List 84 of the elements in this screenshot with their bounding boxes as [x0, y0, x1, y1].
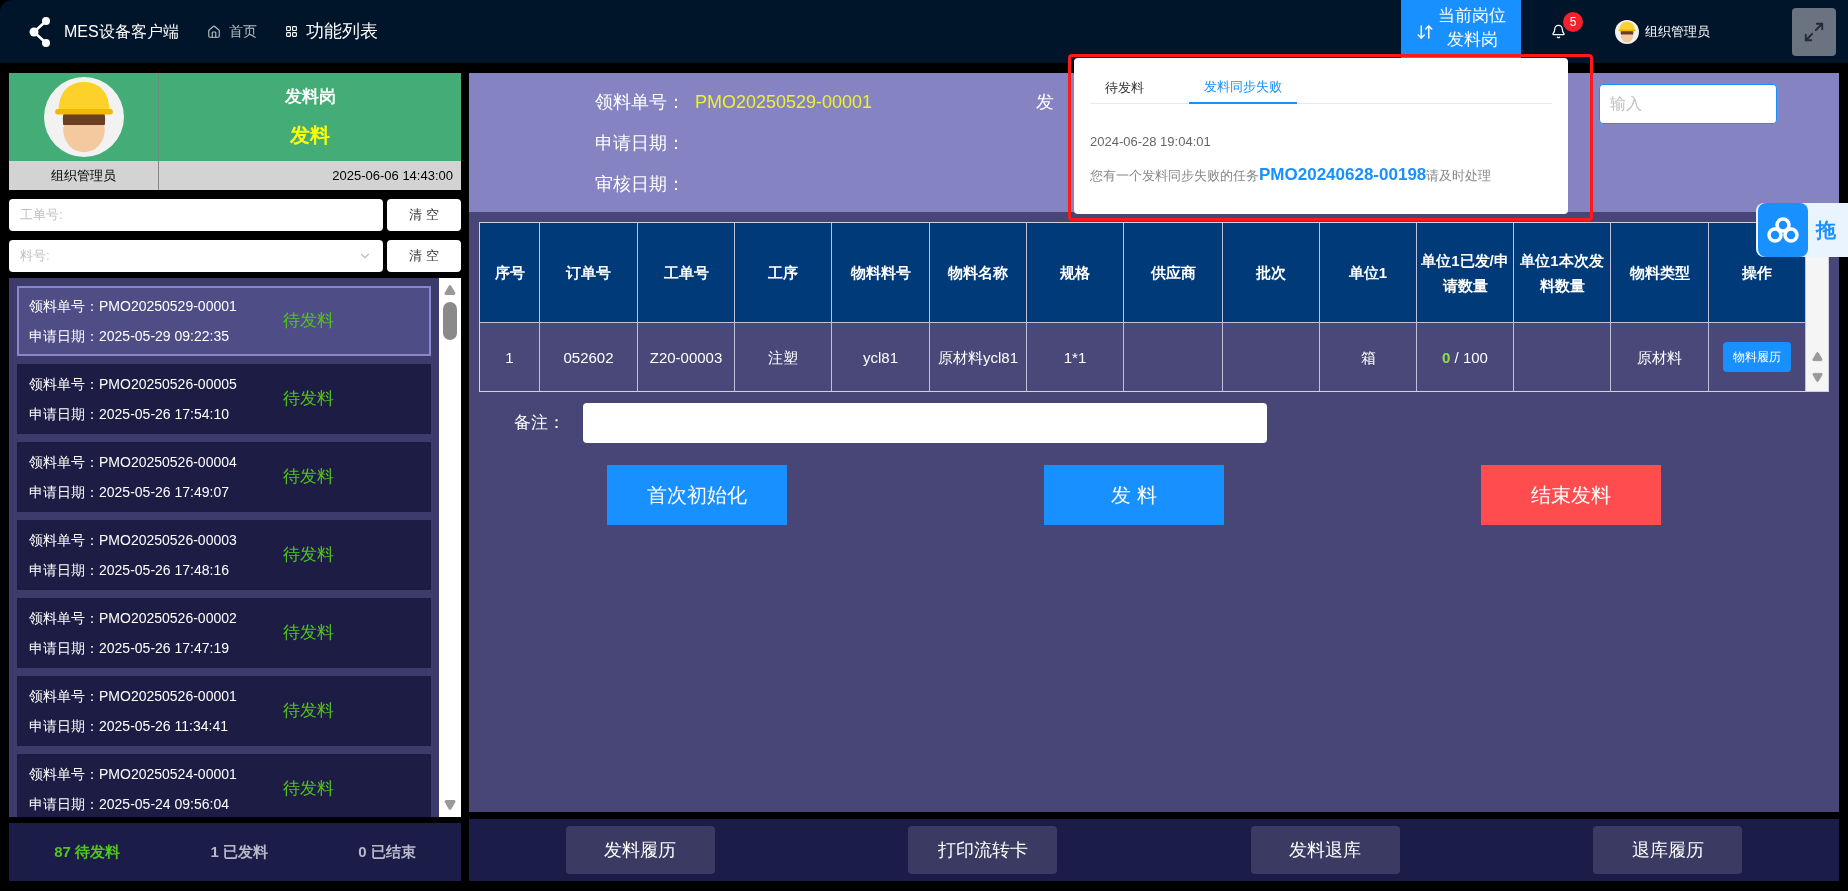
nav-link[interactable]: 首页 [206, 21, 257, 42]
order-date: 申请日期：2025-05-26 11:34:41 [29, 716, 229, 736]
order-item[interactable]: 领料单号：PMO20250524-00001 申请日期：2025-05-24 09:56:04 待发料 [17, 754, 431, 817]
table-cell: 注塑 [735, 323, 832, 391]
station-name: 发料岗 [284, 86, 336, 109]
grid-icon [284, 25, 298, 38]
message-text: 您有一个发料同步失败的任务PMO20240628-00198请及时处理 [1090, 163, 1493, 186]
order-number: 领料单号：PMO20250526-00004 [29, 452, 237, 472]
apply-date-label: 申请日期： [595, 132, 685, 155]
order-status: 待发料 [282, 310, 334, 333]
table-cell: ycl81 [832, 323, 930, 391]
remark-input[interactable] [583, 403, 1267, 443]
order-status: 待发料 [282, 778, 334, 801]
swap-icon [1416, 22, 1434, 41]
order-item[interactable]: 领料单号：PMO20250526-00005 申请日期：2025-05-26 17:54:10 待发料 [17, 364, 431, 434]
order-status: 待发料 [282, 700, 334, 723]
popup-tab[interactable]: 待发料 [1090, 72, 1159, 104]
table-cell: 原材料 [1611, 323, 1709, 391]
cloud-icon [1767, 217, 1799, 243]
order-status: 待发料 [282, 622, 334, 645]
table-cell: 1 [480, 323, 540, 391]
order-date: 申请日期：2025-05-26 17:54:10 [29, 404, 230, 424]
order-date: 申请日期：2025-05-24 09:56:04 [29, 794, 230, 814]
profile-user: 组织管理员 [51, 166, 116, 185]
order-number: 领料单号：PMO20250529-00001 [29, 296, 237, 316]
scroll-down-icon[interactable] [444, 799, 456, 811]
user-name: 组织管理员 [1645, 22, 1710, 41]
order-number: 领料单号：PMO20250526-00003 [29, 530, 237, 550]
order-date: 申请日期：2025-05-26 17:47:19 [29, 638, 230, 658]
review-date-label: 审核日期： [595, 173, 685, 196]
order-input[interactable]: 工单号: [9, 199, 383, 231]
status-count: 87 待发料 [54, 841, 121, 862]
order-number: 领料单号：PMO20250526-00005 [29, 374, 237, 394]
order-status: 待发料 [282, 544, 334, 567]
order-date: 申请日期：2025-05-29 09:22:35 [29, 326, 230, 346]
order-item[interactable]: 领料单号：PMO20250526-00004 申请日期：2025-05-26 17:49:07 待发料 [17, 442, 431, 512]
table-cell: 0 / 100 [1417, 323, 1514, 391]
notification-icon[interactable] [1551, 24, 1566, 39]
app-title: MES设备客户端 [64, 21, 179, 42]
bottom-button[interactable]: 发料退库 [1250, 826, 1400, 874]
table-cell: 原材料ycl81 [930, 323, 1027, 391]
order-date: 申请日期：2025-05-26 17:49:07 [29, 482, 230, 502]
order-status: 待发料 [282, 466, 334, 489]
order-number: 领料单号：PMO20250526-00001 [29, 686, 237, 706]
table-cell: Z20-00003 [638, 323, 735, 391]
notification-count: 5 [1563, 12, 1583, 32]
home-icon [206, 24, 221, 39]
bottom-button[interactable]: 发料履历 [565, 826, 715, 874]
order-date: 申请日期：2025-05-26 17:48:16 [29, 560, 230, 580]
nav-link[interactable]: 功能列表 [284, 18, 378, 45]
header-input[interactable]: 输入 [1599, 84, 1777, 124]
bottom-button[interactable]: 退库履历 [1593, 826, 1743, 874]
table-cell: 箱 [1320, 323, 1417, 391]
clear-button[interactable]: 清 空 [387, 199, 461, 231]
status-count: 0 已结束 [358, 841, 416, 862]
select-placeholder: 料号: [20, 247, 50, 266]
order-number: 领料单号：PMO20250526-00002 [29, 608, 237, 628]
order-label: 领料单号： [595, 91, 685, 114]
table-cell: 052602 [540, 323, 638, 391]
user-avatar [1615, 19, 1639, 44]
order-item[interactable]: 领料单号：PMO20250526-00002 申请日期：2025-05-26 17:47:19 待发料 [17, 598, 431, 668]
field-label: 发 [1036, 91, 1055, 114]
expand-icon [1803, 20, 1825, 43]
fullscreen-button[interactable] [1792, 7, 1836, 56]
share-icon [28, 16, 52, 47]
order-item[interactable]: 领料单号：PMO20250529-00001 申请日期：2025-05-29 09:22:35 待发料 [17, 286, 431, 356]
remark-label: 备注： [514, 412, 565, 435]
order-item[interactable]: 领料单号：PMO20250526-00003 申请日期：2025-05-26 17:48:16 待发料 [17, 520, 431, 590]
scrollbar[interactable] [439, 278, 461, 817]
scroll-down-icon[interactable] [1811, 372, 1823, 383]
station-action: 发料 [290, 122, 330, 148]
status-count: 1 已发料 [210, 841, 268, 862]
order-value: PMO20250529-00001 [695, 91, 873, 114]
order-status: 待发料 [282, 388, 334, 411]
scroll-up-icon[interactable] [1811, 351, 1823, 362]
message-time: 2024-06-28 19:04:01 [1090, 133, 1212, 151]
table-cell: 1*1 [1027, 323, 1124, 391]
clear-button[interactable]: 清 空 [387, 240, 461, 272]
order-number: 领料单号：PMO20250524-00001 [29, 764, 237, 784]
bottom-button[interactable]: 打印流转卡 [908, 826, 1058, 874]
scrollbar-thumb[interactable] [443, 302, 457, 340]
scroll-up-icon[interactable] [444, 284, 456, 296]
profile-datetime: 2025-06-06 14:43:00 [332, 166, 453, 185]
order-item[interactable]: 领料单号：PMO20250526-00001 申请日期：2025-05-26 11:34:41 待发料 [17, 676, 431, 746]
